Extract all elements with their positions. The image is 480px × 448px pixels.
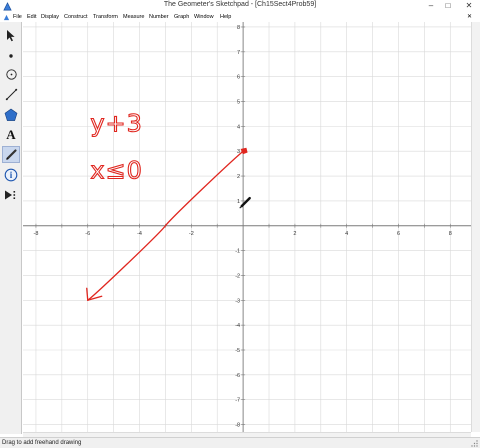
menu-window[interactable]: Window — [194, 14, 214, 20]
menu-bar: File Edit Display Construct Transform Me… — [0, 13, 480, 22]
x-tick-label: -8 — [34, 231, 39, 237]
x-axis-tick-labels: -8 -6 -4 -2 2 4 6 8 — [34, 231, 452, 237]
point-tool[interactable] — [2, 46, 20, 63]
app-window: The Geometer's Sketchpad - [Ch15Sect4Pro… — [0, 0, 480, 448]
straightedge-tool[interactable] — [2, 86, 20, 103]
x-tick-label: 8 — [449, 231, 452, 237]
maximize-button[interactable]: □ — [441, 0, 455, 12]
marker-tool[interactable] — [2, 146, 20, 163]
menu-number[interactable]: Number — [149, 14, 169, 20]
x-tick-label: 4 — [345, 231, 348, 237]
handwriting-line-1[interactable]: y+3 — [90, 109, 143, 138]
y-tick-label: 4 — [237, 124, 240, 130]
menu-construct[interactable]: Construct — [64, 14, 88, 20]
window-title: The Geometer's Sketchpad - [Ch15Sect4Pro… — [163, 1, 317, 8]
grid-lines — [23, 22, 471, 432]
x-tick-label: -6 — [85, 231, 90, 237]
y-tick-label: -3 — [235, 298, 240, 304]
sketch-canvas[interactable]: -8 -6 -4 -2 2 4 6 8 8 7 6 5 4 3 2 1 -1 -2 -3 -4 -5 -6 -7 -8 y+… — [23, 22, 471, 432]
info-icon: i — [4, 168, 18, 181]
status-bar: Drag to add freehand drawing — [0, 437, 480, 448]
compass-tool[interactable] — [2, 66, 20, 83]
y-tick-label: 1 — [237, 199, 240, 205]
document-close-icon[interactable]: ✕ — [467, 13, 472, 20]
cursor-pen-tip — [239, 205, 243, 209]
status-text: Drag to add freehand drawing — [2, 440, 82, 446]
toolbox: A i — [0, 22, 22, 434]
menu-edit[interactable]: Edit — [27, 14, 36, 20]
y-tick-label: 7 — [237, 50, 240, 56]
title-bar: The Geometer's Sketchpad - [Ch15Sect4Pro… — [0, 0, 480, 13]
menu-graph[interactable]: Graph — [174, 14, 189, 20]
arrow-icon — [7, 30, 15, 42]
document-icon[interactable] — [3, 14, 10, 21]
handwritten-annotation[interactable]: y+3 x≤0 — [90, 109, 143, 185]
arrow-selection-tool[interactable] — [2, 27, 20, 44]
menu-transform[interactable]: Transform — [93, 14, 118, 20]
freehand-drawing[interactable]: y+3 x≤0 — [86, 109, 248, 301]
minimize-button[interactable]: – — [424, 0, 438, 12]
compass-circle-icon — [5, 69, 17, 80]
text-a-icon: A — [6, 126, 16, 142]
point-icon — [9, 53, 13, 58]
menu-display[interactable]: Display — [41, 14, 59, 20]
menu-help[interactable]: Help — [220, 14, 231, 20]
y-tick-label: -2 — [235, 273, 240, 279]
line-segment-icon — [5, 88, 17, 101]
y-tick-label: 6 — [237, 75, 240, 81]
vertical-scrollbar[interactable] — [471, 22, 480, 432]
x-tick-label: 2 — [293, 231, 296, 237]
polygon-icon — [4, 108, 18, 121]
y-axis-tick-labels: 87654321-1-2-3-4-5-6-7-8 — [235, 25, 240, 429]
y-tick-label: -5 — [235, 348, 240, 354]
marker-cursor-icon — [239, 196, 251, 209]
axes — [23, 22, 471, 432]
menu-file[interactable]: File — [13, 14, 22, 20]
information-tool[interactable]: i — [2, 166, 20, 183]
y-tick-label: -7 — [235, 398, 240, 404]
close-button[interactable]: ✕ — [459, 0, 479, 12]
custom-tool-arrow-icon — [5, 190, 16, 199]
handwriting-line-2[interactable]: x≤0 — [90, 156, 143, 185]
y-tick-label: 2 — [237, 174, 240, 180]
menu-measure[interactable]: Measure — [123, 14, 144, 20]
y-tick-label: -6 — [235, 373, 240, 379]
y-tick-label: -8 — [235, 423, 240, 429]
text-tool[interactable]: A — [2, 126, 20, 143]
x-tick-label: 6 — [397, 231, 400, 237]
resize-grip-icon[interactable] — [471, 440, 478, 447]
x-tick-label: -4 — [137, 231, 142, 237]
y-tick-label: 8 — [237, 25, 240, 31]
x-tick-label: -2 — [189, 231, 194, 237]
y-tick-label: -1 — [235, 249, 240, 255]
polygon-tool[interactable] — [2, 106, 20, 123]
marker-pen-icon — [5, 149, 17, 160]
coordinate-graph[interactable]: -8 -6 -4 -2 2 4 6 8 87654321-1-2-3-4-5-6-7-8 y+… — [23, 22, 471, 432]
custom-tool[interactable] — [2, 186, 20, 203]
y-tick-label: 5 — [237, 100, 240, 106]
y-tick-label: -4 — [235, 323, 240, 329]
